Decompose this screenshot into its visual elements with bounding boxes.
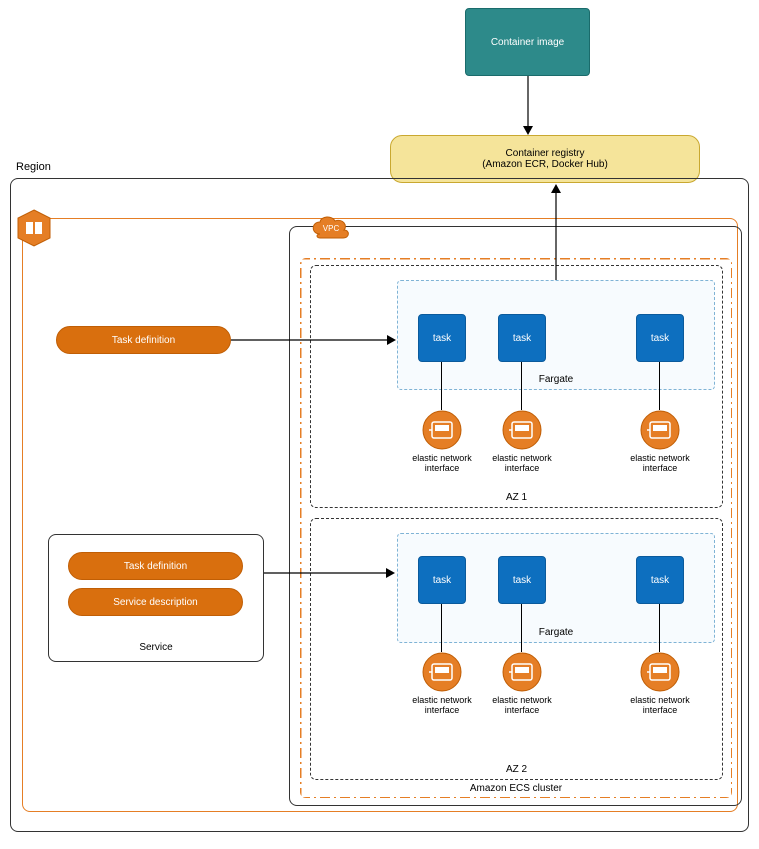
connector-line [441,362,442,410]
fargate-label-az1: Fargate [539,374,573,385]
container-registry-box: Container registry (Amazon ECR, Docker H… [390,135,700,183]
eni-label: elastic network interface [480,696,564,716]
arrow-image-to-registry [527,76,529,136]
connector-line [659,604,660,652]
connector-line [441,604,442,652]
container-registry-title: Container registry [506,148,585,159]
container-registry-subtitle: (Amazon ECR, Docker Hub) [482,159,608,170]
arrow-taskdef-to-fargate [231,339,401,341]
connector-line [659,362,660,410]
connector-line [521,604,522,652]
arrow-service-to-fargate [264,572,400,574]
eni-icon [502,410,542,450]
eni-label: elastic network interface [400,454,484,474]
fargate-label-az2: Fargate [539,627,573,638]
task-definition-pill: Task definition [68,552,243,580]
task-box: task [418,314,466,362]
task-box: task [498,314,546,362]
service-description-pill: Service description [68,588,243,616]
container-image-box: Container image [465,8,590,76]
eni-label: elastic network interface [618,696,702,716]
arrow-fargate-to-registry [555,183,557,281]
task-box: task [636,556,684,604]
aws-service-icon [16,208,52,248]
eni-icon [640,410,680,450]
az2-label: AZ 2 [311,764,722,775]
vpc-badge-icon: VPC [308,212,354,240]
eni-label: elastic network interface [480,454,564,474]
task-definition-pill: Task definition [56,326,231,354]
task-box: task [498,556,546,604]
ecs-cluster-label: Amazon ECS cluster [300,783,732,794]
connector-line [521,362,522,410]
task-box: task [418,556,466,604]
service-label: Service [49,642,263,653]
eni-label: elastic network interface [618,454,702,474]
eni-icon [640,652,680,692]
svg-text:VPC: VPC [323,224,340,233]
container-image-label: Container image [491,37,564,48]
eni-label: elastic network interface [400,696,484,716]
task-box: task [636,314,684,362]
eni-icon [502,652,542,692]
region-label: Region [14,161,53,173]
eni-icon [422,410,462,450]
az1-label: AZ 1 [311,492,722,503]
eni-icon [422,652,462,692]
